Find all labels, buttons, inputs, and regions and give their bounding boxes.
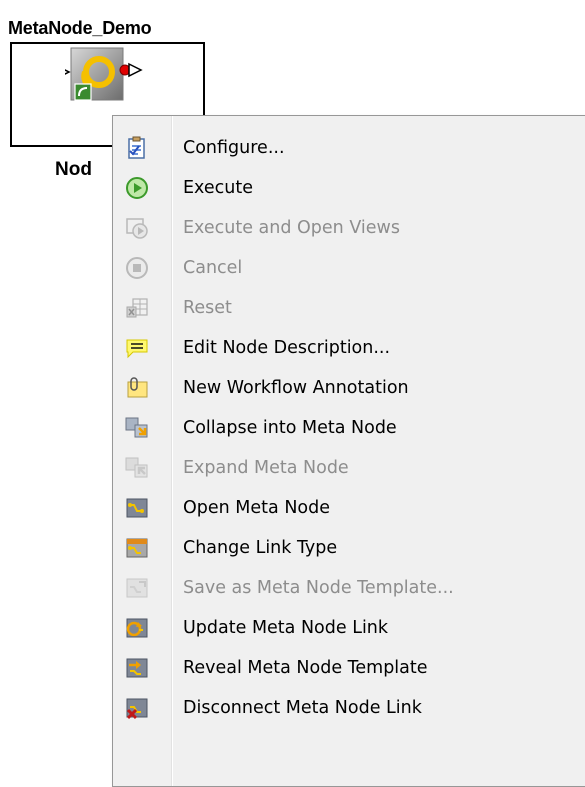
- annotation-icon: [127, 377, 148, 398]
- reset-icon: [126, 298, 148, 318]
- reveal-template-icon: [126, 658, 148, 678]
- menu-item-update-link[interactable]: Update Meta Node Link: [114, 608, 585, 648]
- menu-item-reveal-template[interactable]: Reveal Meta Node Template: [114, 648, 585, 688]
- execute-icon: [126, 177, 148, 199]
- menu-item-expand-metanode[interactable]: Expand Meta Node: [114, 448, 585, 488]
- menu-item-cancel[interactable]: Cancel: [114, 248, 585, 288]
- menu-item-label: Collapse into Meta Node: [183, 418, 397, 438]
- menu-item-label: Update Meta Node Link: [183, 618, 389, 638]
- menu-item-label: Save as Meta Node Template...: [183, 578, 454, 598]
- menu-item-execute-open-views[interactable]: Execute and Open Views: [114, 208, 585, 248]
- menu-item-label: Disconnect Meta Node Link: [183, 698, 422, 718]
- menu-item-label: Expand Meta Node: [183, 458, 349, 478]
- menu-item-label: Configure...: [183, 138, 285, 158]
- disconnect-link-icon: [126, 698, 148, 720]
- menu-item-label: Edit Node Description...: [183, 338, 391, 358]
- update-link-icon: [126, 618, 148, 638]
- menu-item-change-link-type[interactable]: Change Link Type: [114, 528, 585, 568]
- input-port: [65, 69, 71, 75]
- menu-item-label: New Workflow Annotation: [183, 378, 409, 398]
- menu-item-label: Reset: [183, 298, 232, 318]
- execute-open-views-icon: [126, 218, 148, 239]
- menu-item-configure[interactable]: Configure...: [114, 128, 585, 168]
- menu-item-label: Cancel: [183, 258, 243, 278]
- cancel-icon: [126, 257, 148, 279]
- node-label[interactable]: Nod: [55, 159, 92, 181]
- menu-item-label: Change Link Type: [183, 538, 338, 558]
- menu-item-open-metanode[interactable]: Open Meta Node: [114, 488, 585, 528]
- expand-metanode-icon: [125, 457, 148, 478]
- open-metanode-icon: [126, 498, 148, 518]
- menu-item-reset[interactable]: Reset: [114, 288, 585, 328]
- menu-item-disconnect-link[interactable]: Disconnect Meta Node Link: [114, 688, 585, 728]
- menu-item-label: Execute and Open Views: [183, 218, 400, 238]
- menu-item-execute[interactable]: Execute: [114, 168, 585, 208]
- menu-item-collapse-metanode[interactable]: Collapse into Meta Node: [114, 408, 585, 448]
- configure-icon: [128, 136, 145, 159]
- change-link-type-icon: [126, 538, 148, 558]
- node-title[interactable]: MetaNode_Demo: [8, 18, 152, 39]
- save-template-icon: [126, 578, 148, 598]
- context-menu: Configure... Execute Execute and Open Vi…: [112, 115, 585, 787]
- edit-description-icon: [126, 339, 148, 359]
- menu-item-label: Execute: [183, 178, 253, 198]
- menu-item-edit-description[interactable]: Edit Node Description...: [114, 328, 585, 368]
- output-port: [128, 62, 143, 78]
- menu-item-save-template[interactable]: Save as Meta Node Template...: [114, 568, 585, 608]
- collapse-metanode-icon: [125, 417, 148, 438]
- menu-item-new-annotation[interactable]: New Workflow Annotation: [114, 368, 585, 408]
- menu-item-label: Reveal Meta Node Template: [183, 658, 428, 678]
- menu-item-label: Open Meta Node: [183, 498, 330, 518]
